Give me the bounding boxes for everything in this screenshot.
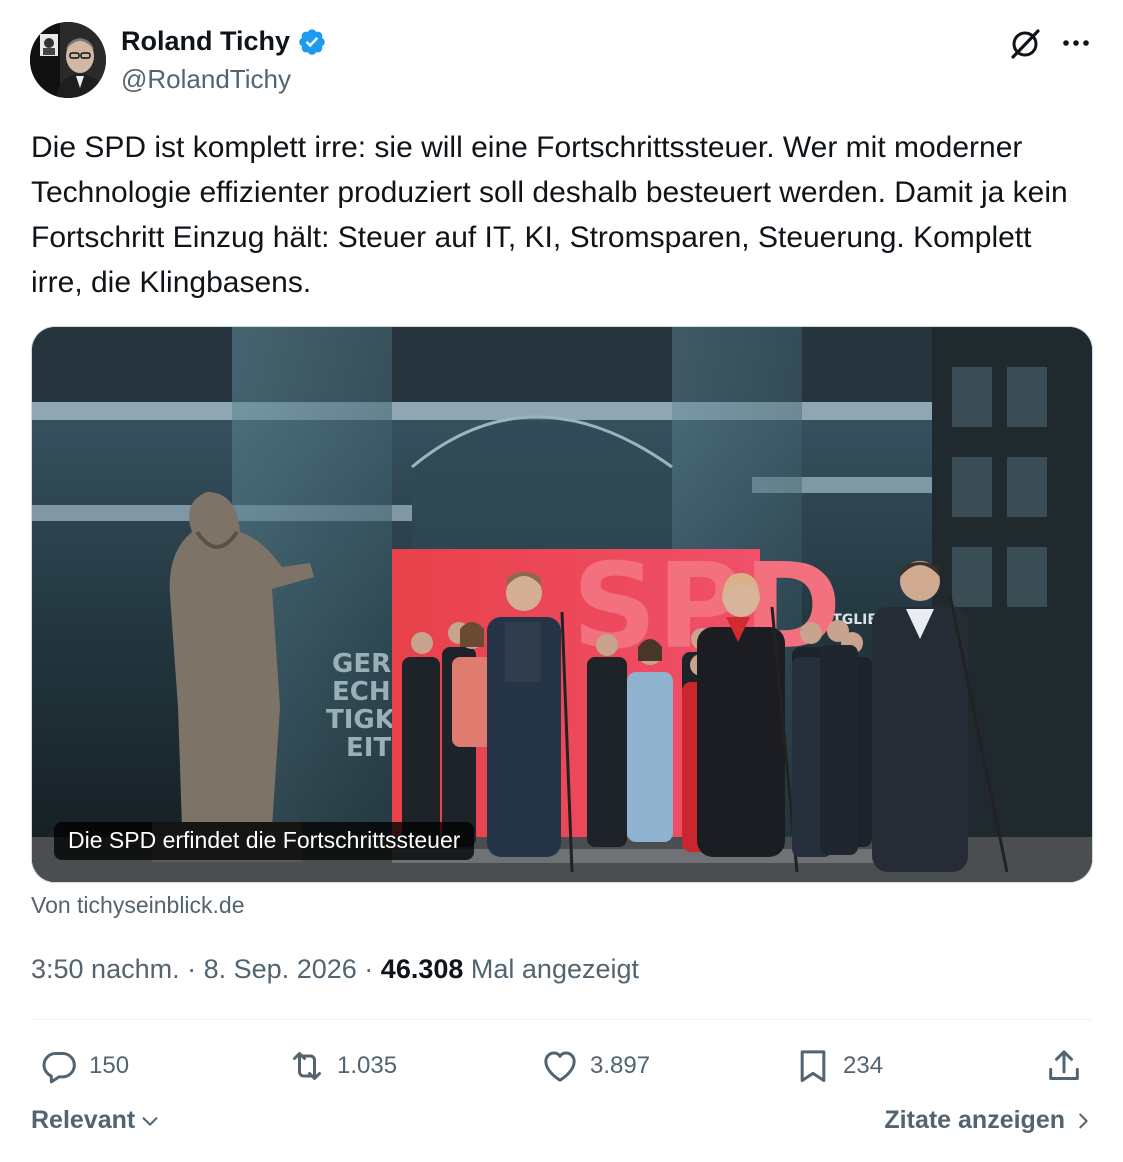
meta-separator: · bbox=[187, 954, 197, 984]
share-button[interactable] bbox=[1044, 1038, 1084, 1094]
share-icon bbox=[1049, 1050, 1079, 1080]
card-caption: Die SPD erfindet die Fortschrittssteuer bbox=[54, 822, 475, 860]
view-quotes-link[interactable]: Zitate anzeigen bbox=[884, 1106, 1093, 1135]
link-card[interactable]: GER ECH TIGK EIT ITGLIE SPD Die SPD erfi… bbox=[31, 326, 1093, 883]
user-handle[interactable]: @RolandTichy bbox=[121, 64, 291, 95]
tweet-meta: 3:50 nachm. · 8. Sep. 2026 · 46.308 Mal … bbox=[31, 954, 639, 985]
heart-icon bbox=[544, 1051, 576, 1082]
like-button[interactable]: 3.897 bbox=[540, 1038, 650, 1094]
sort-label: Relevant bbox=[31, 1106, 136, 1134]
divider bbox=[31, 1019, 1093, 1020]
avatar-photo bbox=[30, 22, 106, 98]
svg-text:EIT: EIT bbox=[346, 733, 391, 763]
reply-sort-row: Relevant Zitate anzeigen bbox=[31, 1106, 1093, 1146]
chevron-right-icon bbox=[1079, 1113, 1088, 1128]
reply-button[interactable]: 150 bbox=[39, 1038, 129, 1094]
views-label: Mal angezeigt bbox=[470, 954, 640, 984]
tweet-header: Roland Tichy @RolandTichy bbox=[30, 22, 1094, 100]
source-link[interactable]: Von tichyseinblick.de bbox=[31, 892, 245, 919]
repost-button[interactable]: 1.035 bbox=[287, 1038, 397, 1094]
chevron-down-icon bbox=[142, 1116, 158, 1126]
wall-lettering: GER bbox=[332, 649, 391, 679]
tweet-date[interactable]: 8. Sep. 2026 bbox=[204, 954, 357, 984]
bookmark-icon bbox=[800, 1050, 826, 1082]
verified-badge-icon[interactable] bbox=[297, 27, 327, 57]
article-image: GER ECH TIGK EIT ITGLIE SPD bbox=[32, 327, 1092, 882]
bookmark-count: 234 bbox=[843, 1052, 884, 1079]
reply-count: 150 bbox=[89, 1052, 130, 1079]
name-row: Roland Tichy bbox=[121, 26, 327, 57]
tweet-time[interactable]: 3:50 nachm. bbox=[31, 954, 180, 984]
svg-text:TIGK: TIGK bbox=[326, 705, 396, 735]
reply-icon bbox=[42, 1052, 76, 1084]
svg-text:ECH: ECH bbox=[332, 677, 391, 707]
bookmark-button[interactable]: 234 bbox=[793, 1038, 883, 1094]
tweet-text: Die SPD ist komplett irre: sie will eine… bbox=[31, 131, 1068, 299]
repost-icon bbox=[293, 1052, 321, 1080]
sort-dropdown[interactable]: Relevant bbox=[31, 1106, 161, 1135]
views-count: 46.308 bbox=[380, 954, 464, 984]
quotes-label: Zitate anzeigen bbox=[884, 1106, 1065, 1134]
more-icon[interactable] bbox=[1058, 25, 1094, 61]
display-name[interactable]: Roland Tichy bbox=[121, 26, 290, 57]
action-bar: 150 1.035 3.897 234 bbox=[31, 1038, 1093, 1094]
like-count: 3.897 bbox=[590, 1052, 651, 1079]
grok-icon[interactable] bbox=[1007, 26, 1043, 62]
avatar[interactable] bbox=[30, 22, 106, 98]
repost-count: 1.035 bbox=[337, 1052, 398, 1079]
meta-separator: · bbox=[364, 954, 374, 984]
